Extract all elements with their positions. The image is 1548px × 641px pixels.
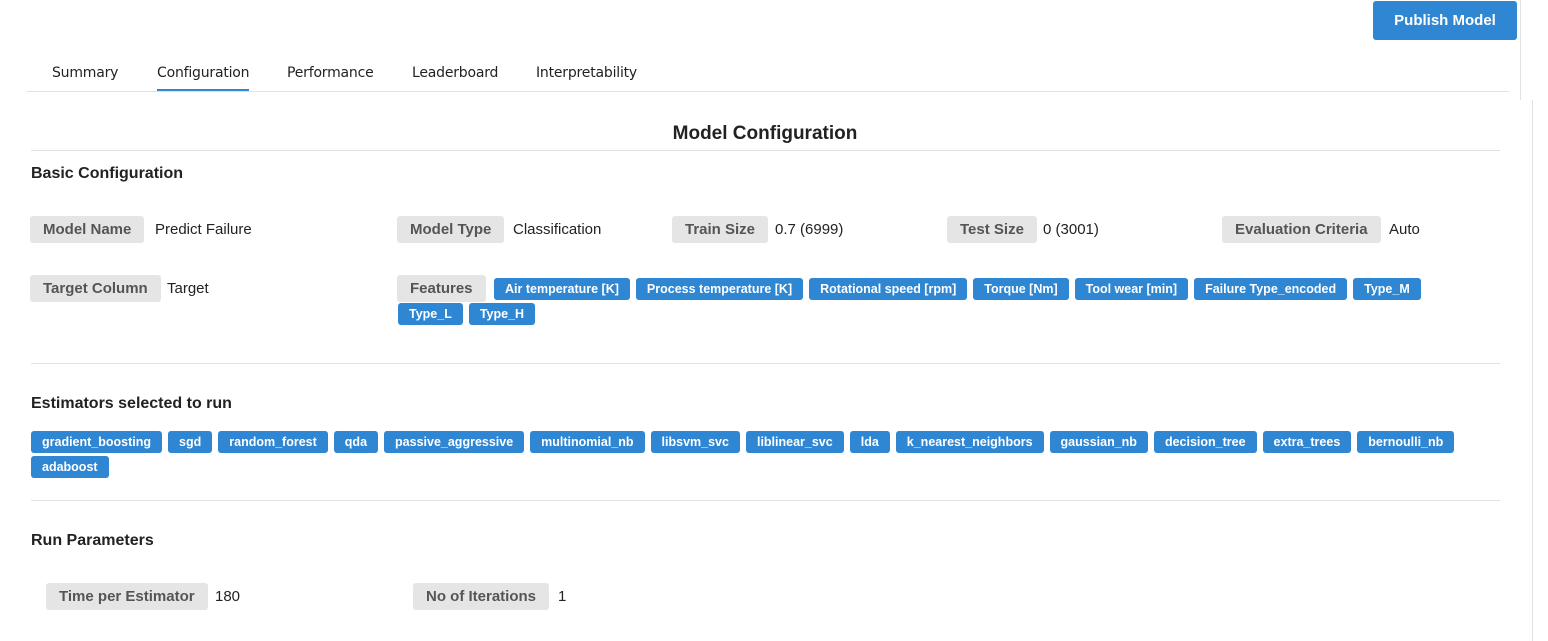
estimator-tag[interactable]: qda [333,431,379,453]
run-parameters-title: Run Parameters [31,532,154,549]
features-tags-row2: Type_L Type_H [398,303,541,328]
feature-tag[interactable]: Type_H [468,303,536,325]
time-per-estimator-value: 180 [215,588,241,605]
estimators-tags-row2: adaboost [31,456,115,481]
no-of-iterations-label: No of Iterations [413,583,550,610]
estimator-tag[interactable]: sgd [168,431,213,453]
feature-tag[interactable]: Air temperature [K] [494,278,630,300]
train-size-label: Train Size [672,216,769,243]
scrollbar-track-lower[interactable] [1532,100,1533,641]
estimator-tag[interactable]: passive_aggressive [384,431,525,453]
estimator-tag[interactable]: random_forest [218,431,328,453]
test-size-label: Test Size [947,216,1037,243]
model-type-value: Classification [513,221,602,238]
estimator-tag[interactable]: adaboost [31,456,109,478]
estimator-tag[interactable]: libsvm_svc [650,431,740,453]
features-label: Features [397,275,486,302]
feature-tag[interactable]: Torque [Nm] [973,278,1069,300]
tab-interpretability[interactable]: Interpretability [536,65,637,89]
feature-tag[interactable]: Type_L [398,303,463,325]
feature-tag[interactable]: Process temperature [K] [635,278,804,300]
tab-performance[interactable]: Performance [287,65,374,89]
target-column-label: Target Column [30,275,161,302]
basic-config-title: Basic Configuration [31,165,184,182]
feature-tag[interactable]: Type_M [1353,278,1421,300]
no-of-iterations-value: 1 [558,588,567,605]
estimators-tags-row1: gradient_boosting sgd random_forest qda pass… [31,431,1460,456]
tab-summary[interactable]: Summary [52,65,118,89]
estimator-tag[interactable]: decision_tree [1153,431,1257,453]
estimator-tag[interactable]: bernoulli_nb [1357,431,1455,453]
estimator-tag[interactable]: liblinear_svc [745,431,844,453]
divider [31,363,1500,364]
estimator-tag[interactable]: multinomial_nb [530,431,645,453]
evaluation-criteria-label: Evaluation Criteria [1222,216,1381,243]
estimators-title: Estimators selected to run [31,395,232,412]
estimator-tag[interactable]: extra_trees [1262,431,1352,453]
estimator-tag[interactable]: gradient_boosting [31,431,163,453]
model-name-value: Predict Failure [155,221,252,238]
model-type-label: Model Type [397,216,505,243]
test-size-value: 0 (3001) [1043,221,1099,238]
feature-tag[interactable]: Tool wear [min] [1074,278,1189,300]
feature-tag[interactable]: Rotational speed [rpm] [809,278,968,300]
page-title: Model Configuration [672,123,858,144]
target-column-value: Target [167,280,209,297]
estimator-tag[interactable]: gaussian_nb [1049,431,1148,453]
evaluation-criteria-value: Auto [1389,221,1420,238]
divider [31,500,1500,501]
tab-leaderboard[interactable]: Leaderboard [412,65,498,89]
divider [31,150,1500,151]
features-tags-row1: Air temperature [K] Process temperature [… [494,278,1427,303]
publish-model-button[interactable]: Publish Model [1373,1,1517,40]
scrollbar-track[interactable] [1520,0,1521,100]
train-size-value: 0.7 (6999) [775,221,844,238]
tab-configuration[interactable]: Configuration [157,65,250,91]
estimator-tag[interactable]: lda [849,431,890,453]
tab-bar: Summary Configuration Performance Leader… [26,58,1509,92]
time-per-estimator-label: Time per Estimator [46,583,208,610]
model-name-label: Model Name [30,216,145,243]
estimator-tag[interactable]: k_nearest_neighbors [895,431,1044,453]
feature-tag[interactable]: Failure Type_encoded [1194,278,1348,300]
